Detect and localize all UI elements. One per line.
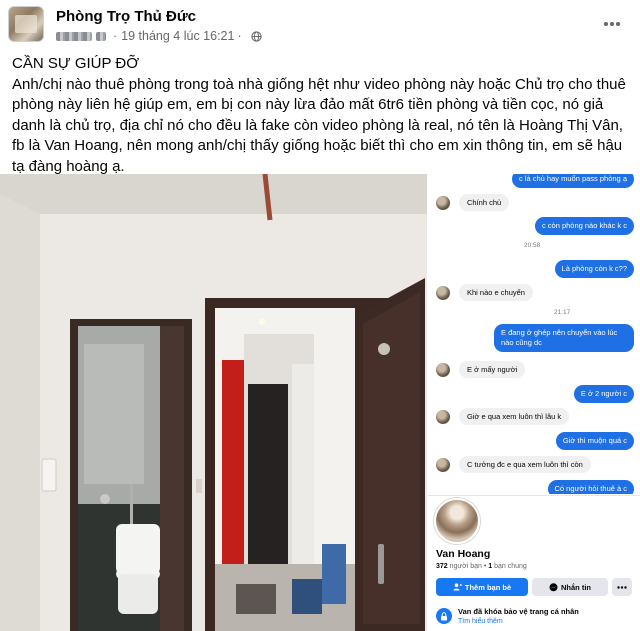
chat-row-received: Chính chủ (436, 194, 510, 211)
add-friend-label: Thêm bạn bè (464, 582, 512, 592)
blurred-author-name (96, 31, 106, 41)
profile-card-screenshot[interactable]: Van Hoang 372 người bạn • 1 bạn chung Th… (428, 495, 640, 631)
chat-row-received: C tưởng đc e qua xem luôn thì còn (436, 456, 591, 473)
chat-screenshot[interactable]: c là chủ hay muốn pass phòng ạ Chính chủ… (428, 174, 640, 494)
friends-label: người bạn (449, 563, 482, 570)
messenger-icon (549, 582, 558, 591)
chat-bubble-sent: Có người hỏi thuê à c (547, 480, 634, 494)
caption-body: Anh/chị nào thuê phòng trong toà nhà giố… (12, 75, 626, 175)
chat-timestamp: 21:17 (554, 309, 571, 316)
post-header: Phòng Trọ Thủ Đức · 19 tháng 4 lúc 16:21… (0, 0, 640, 50)
chat-bubble-sent: Là phòng còn k c?? (554, 260, 634, 278)
sender-avatar (436, 457, 450, 472)
message-label: Nhắn tin (561, 582, 591, 592)
chat-bubble-sent: c là chủ hay muốn pass phòng ạ (512, 174, 634, 188)
add-friend-button[interactable]: Thêm bạn bè (436, 578, 528, 596)
chat-bubble-sent: Giờ thì muộn quá c (555, 432, 634, 450)
post-meta: · 19 tháng 4 lúc 16:21 · (56, 28, 262, 44)
profile-lock-notice: Van đã khóa bảo vệ trang cá nhân (458, 607, 579, 616)
meta-separator: · (237, 29, 242, 43)
profile-name: Van Hoang (436, 548, 491, 560)
sender-avatar (436, 409, 450, 424)
message-button[interactable]: Nhắn tin (532, 578, 608, 596)
globe-icon (251, 30, 262, 42)
profile-stats: 372 người bạn • 1 bạn chung (436, 563, 527, 570)
caption-heading: CẦN SỰ GIÚP ĐỠ (12, 55, 140, 72)
chat-bubble-sent: E đang ở ghép nên chuyển vào lúc nào cũn… (494, 324, 634, 352)
chat-bubble-sent: c còn phòng nào khác k c (534, 217, 634, 235)
friends-count: 372 (436, 563, 448, 570)
more-options-button[interactable] (600, 12, 624, 36)
profile-avatar (434, 498, 480, 544)
chat-bubble-received: Giờ e qua xem luôn thì lâu k (459, 408, 570, 425)
mutual-count: 1 (488, 563, 493, 570)
learn-more-link[interactable]: Tìm hiểu thêm (458, 618, 503, 625)
page-name[interactable]: Phòng Trọ Thủ Đức (56, 8, 196, 25)
room-photo[interactable] (0, 174, 427, 631)
meta-separator: · (113, 29, 118, 43)
sender-avatar (436, 362, 450, 377)
post-caption: CẦN SỰ GIÚP ĐỠ Anh/chị nào thuê phòng tr… (12, 54, 630, 177)
page-avatar[interactable] (8, 6, 44, 42)
sender-avatar (436, 195, 450, 210)
sender-avatar (436, 285, 450, 300)
add-friend-icon (453, 583, 462, 591)
more-horizontal-icon (604, 22, 620, 26)
post-timestamp[interactable]: 19 tháng 4 lúc 16:21 (121, 29, 234, 43)
chat-timestamp: 20:58 (524, 242, 541, 249)
chat-bubble-sent: E ở 2 người c (573, 385, 634, 403)
shield-lock-icon (436, 608, 452, 624)
profile-more-button[interactable] (612, 578, 632, 596)
chat-row-received: Khi nào e chuyển (436, 284, 533, 301)
blurred-author-name (56, 31, 92, 41)
chat-row-received: Giờ e qua xem luôn thì lâu k (436, 408, 570, 425)
chat-bubble-received: C tưởng đc e qua xem luôn thì còn (459, 456, 591, 473)
more-horizontal-icon (617, 585, 627, 589)
chat-bubble-received: Chính chủ (459, 194, 510, 211)
mutual-label: bạn chung (494, 563, 527, 570)
chat-row-received: E ở mấy người (436, 361, 526, 378)
chat-bubble-received: Khi nào e chuyển (459, 284, 533, 301)
chat-bubble-received: E ở mấy người (459, 361, 526, 378)
